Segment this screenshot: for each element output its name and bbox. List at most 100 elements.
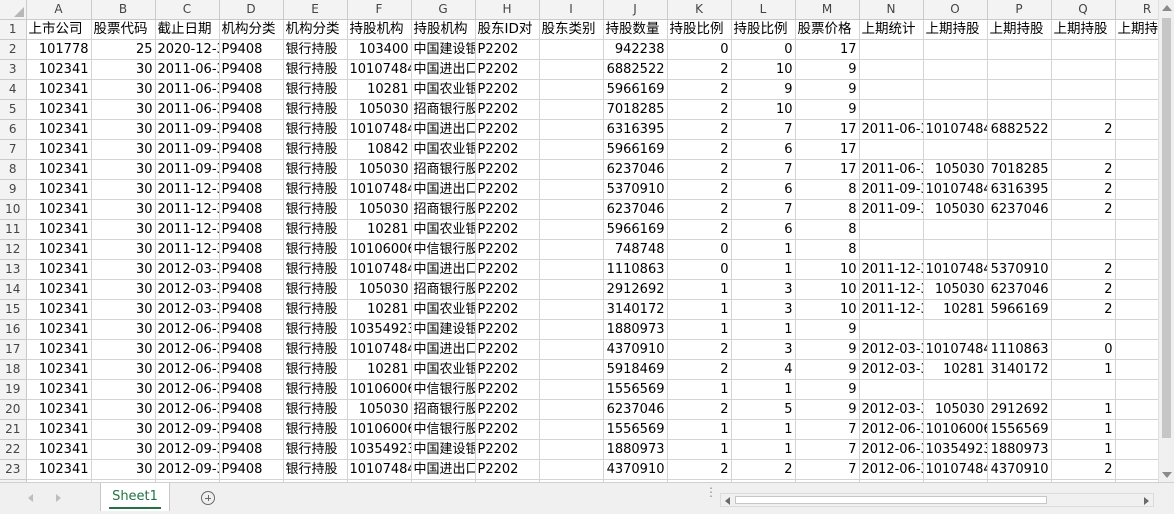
cell[interactable]: 2 — [667, 339, 732, 360]
cell[interactable]: 中国进出口银行深圳 — [411, 119, 476, 140]
cell[interactable] — [539, 159, 604, 180]
cell[interactable] — [539, 119, 604, 140]
cell[interactable]: P2202 — [475, 59, 540, 80]
cell[interactable] — [1051, 79, 1116, 100]
cell[interactable]: 2011-09-30 — [155, 119, 220, 140]
cell[interactable]: 中信银行股份有限公 — [411, 239, 476, 260]
cell[interactable]: 股票价格 — [795, 19, 860, 40]
row-header[interactable]: 9 — [0, 179, 27, 200]
cell[interactable]: 105030 — [347, 99, 412, 120]
cell[interactable] — [1115, 99, 1158, 120]
cell[interactable]: 3 — [731, 299, 796, 320]
cell[interactable]: 2012-06-30 — [155, 339, 220, 360]
cell[interactable]: 中国农业银行股份有 — [411, 79, 476, 100]
cell[interactable]: P9408 — [219, 339, 284, 360]
cell[interactable]: P2202 — [475, 239, 540, 260]
cell[interactable]: 招商银行股份有限公 — [411, 199, 476, 220]
cell[interactable]: 10 — [731, 59, 796, 80]
cell[interactable]: 1 — [667, 439, 732, 460]
cell[interactable]: 9 — [731, 79, 796, 100]
cell[interactable] — [539, 379, 604, 400]
splitter-handle-icon[interactable]: ⋮ — [705, 486, 717, 506]
cell[interactable]: 3140172 — [987, 359, 1052, 380]
cell[interactable]: P9408 — [219, 379, 284, 400]
row-header[interactable]: 3 — [0, 59, 27, 80]
cell[interactable]: 17 — [795, 39, 860, 60]
cell[interactable]: 3140172 — [603, 299, 668, 320]
cell[interactable]: 102341 — [26, 359, 92, 380]
cell[interactable]: 持股机构 — [411, 19, 476, 40]
cell[interactable] — [539, 79, 604, 100]
horizontal-scrollbar[interactable] — [720, 493, 1154, 507]
cell[interactable]: 持股比例 — [667, 19, 732, 40]
cell[interactable]: 17 — [795, 139, 860, 160]
cell[interactable] — [1051, 39, 1116, 60]
cell[interactable]: 102341 — [26, 439, 92, 460]
spreadsheet-grid-area[interactable]: ABCDEFGHIJKLMNOPQR 1 上市公司 股票代码 截止日期 机构分类 机构分类… — [0, 0, 1158, 482]
cell[interactable]: 2 — [667, 139, 732, 160]
column-header[interactable]: C — [155, 0, 220, 20]
cell[interactable]: P2202 — [475, 359, 540, 380]
cell[interactable]: 2 — [1051, 159, 1116, 180]
cell[interactable]: 102341 — [26, 219, 92, 240]
cell[interactable]: 2012-06-30 — [155, 359, 220, 380]
row-header[interactable]: 20 — [0, 399, 27, 420]
cell[interactable]: 上期持股 — [1051, 19, 1116, 40]
cell[interactable]: 招商银行股份有限公 — [411, 279, 476, 300]
cell[interactable] — [1051, 99, 1116, 120]
cell[interactable]: P9408 — [219, 279, 284, 300]
cell[interactable]: 2012-03-31 — [859, 339, 924, 360]
cell[interactable]: 5370910 — [603, 179, 668, 200]
cell[interactable]: 10 — [731, 99, 796, 120]
add-sheet-plus-icon[interactable] — [201, 491, 215, 505]
cell[interactable]: P2202 — [475, 439, 540, 460]
cell[interactable]: 30 — [91, 99, 156, 120]
cell[interactable]: 2011-06-30 — [859, 159, 924, 180]
cell[interactable] — [1115, 379, 1158, 400]
cell[interactable]: 1 — [731, 239, 796, 260]
cell[interactable]: P9408 — [219, 199, 284, 220]
column-header[interactable]: F — [347, 0, 412, 20]
cell[interactable]: 3 — [731, 279, 796, 300]
cell[interactable]: 10107484 — [347, 259, 412, 280]
cell[interactable]: 2011-12-31 — [155, 219, 220, 240]
cell[interactable]: 5966169 — [603, 139, 668, 160]
scroll-left-arrow-icon[interactable] — [725, 497, 730, 505]
cell[interactable]: 2012-06-30 — [155, 379, 220, 400]
cell[interactable] — [539, 279, 604, 300]
cell[interactable]: P9408 — [219, 299, 284, 320]
cell[interactable]: 0 — [667, 239, 732, 260]
cell[interactable] — [923, 139, 988, 160]
cell[interactable]: 银行持股 — [283, 179, 348, 200]
cell[interactable]: 上市公司 — [26, 19, 92, 40]
cell[interactable] — [859, 79, 924, 100]
cell[interactable]: 1 — [1051, 399, 1116, 420]
cell[interactable]: P9408 — [219, 99, 284, 120]
cell[interactable]: 银行持股 — [283, 59, 348, 80]
cell[interactable] — [1115, 139, 1158, 160]
row-header[interactable]: 19 — [0, 379, 27, 400]
cell[interactable]: 30 — [91, 199, 156, 220]
cell[interactable]: 2 — [667, 219, 732, 240]
cell[interactable]: 2 — [1051, 119, 1116, 140]
cell[interactable] — [1051, 319, 1116, 340]
cell[interactable]: 9 — [795, 79, 860, 100]
cell[interactable] — [859, 59, 924, 80]
cell[interactable]: 4370910 — [603, 459, 668, 480]
cell[interactable]: 银行持股 — [283, 239, 348, 260]
cell[interactable]: 17 — [795, 119, 860, 140]
cell[interactable]: 2012-06-30 — [155, 319, 220, 340]
cell[interactable]: 105030 — [347, 279, 412, 300]
cell[interactable]: P9408 — [219, 59, 284, 80]
cell[interactable] — [987, 239, 1052, 260]
cell[interactable]: 中国进出口银行深圳 — [411, 59, 476, 80]
cell[interactable] — [1115, 259, 1158, 280]
cell[interactable] — [1115, 79, 1158, 100]
cell[interactable]: 30 — [91, 219, 156, 240]
cell[interactable]: P9408 — [219, 219, 284, 240]
cell[interactable]: 1556569 — [603, 379, 668, 400]
cell[interactable]: 10281 — [347, 299, 412, 320]
cell[interactable]: 2020-12-3 — [155, 39, 220, 60]
cell[interactable]: 2012-03-31 — [859, 359, 924, 380]
cell[interactable]: 10281 — [347, 359, 412, 380]
